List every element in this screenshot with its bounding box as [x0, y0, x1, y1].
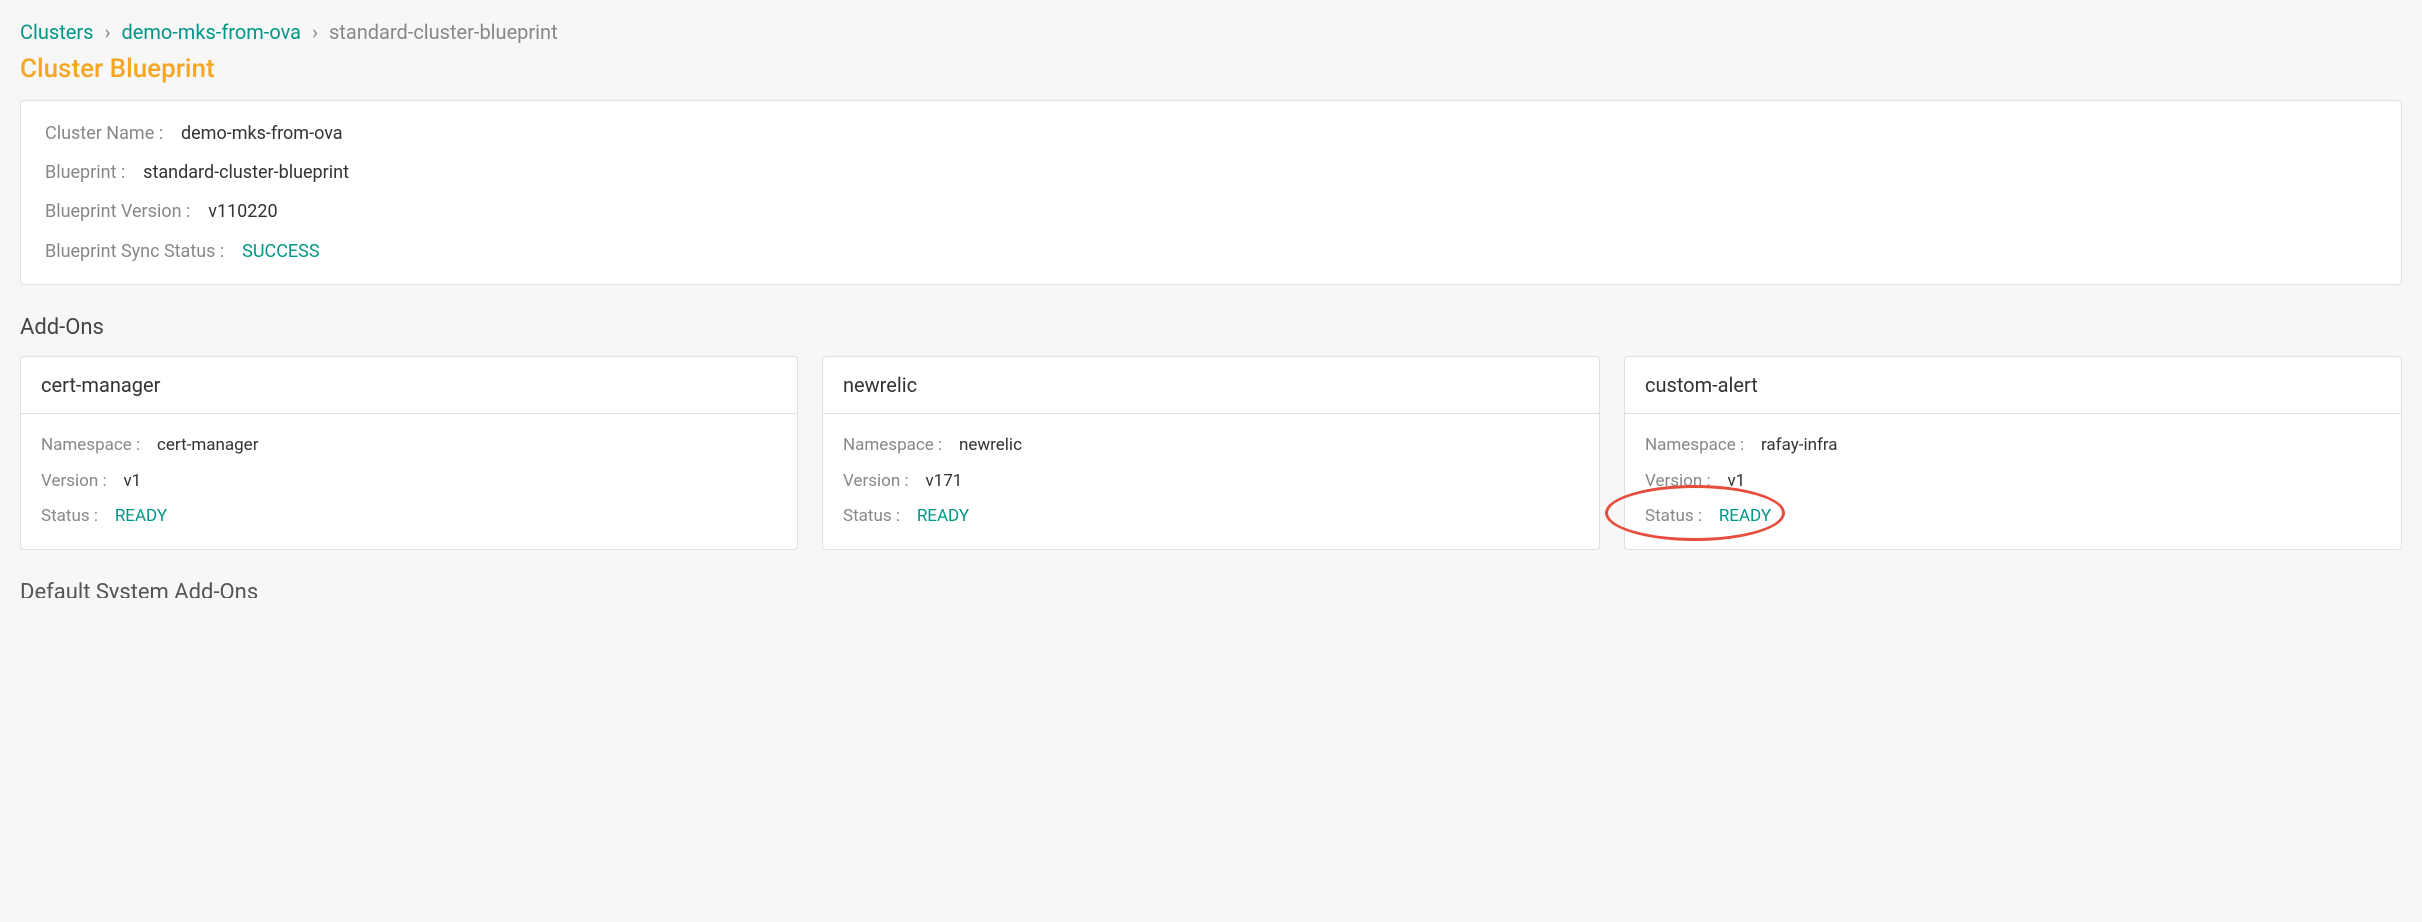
addon-status-value: READY	[115, 506, 167, 526]
addon-row-status: Status : READY	[1645, 505, 2381, 529]
addon-version-label: Version :	[41, 471, 107, 491]
addon-row-status: Status : READY	[41, 505, 777, 529]
addon-row-namespace: Namespace : newrelic	[843, 434, 1579, 458]
addon-row-version: Version : v1	[1645, 470, 2381, 494]
addon-row-namespace: Namespace : cert-manager	[41, 434, 777, 458]
addon-version-value: v171	[925, 471, 962, 491]
breadcrumb-link-cluster[interactable]: demo-mks-from-ova	[121, 20, 301, 44]
addon-version-label: Version :	[843, 471, 909, 491]
addon-namespace-label: Namespace :	[41, 435, 140, 455]
addon-row-status: Status : READY	[843, 505, 1579, 529]
addon-namespace-value: cert-manager	[157, 435, 258, 455]
addon-namespace-value: newrelic	[959, 435, 1022, 455]
addon-version-value: v1	[1727, 471, 1745, 491]
addon-version-label: Version :	[1645, 471, 1711, 491]
breadcrumb-separator-icon: ›	[104, 20, 110, 44]
breadcrumb: Clusters › demo-mks-from-ova › standard-…	[20, 20, 2402, 44]
addon-card-cert-manager: cert-manager Namespace : cert-manager Ve…	[20, 356, 798, 550]
addon-grid: cert-manager Namespace : cert-manager Ve…	[20, 356, 2402, 550]
cluster-name-label: Cluster Name :	[45, 123, 163, 144]
page-title: Cluster Blueprint	[20, 54, 2402, 84]
addon-row-version: Version : v1	[41, 470, 777, 494]
addon-header: cert-manager	[21, 357, 797, 414]
summary-row-cluster-name: Cluster Name : demo-mks-from-ova	[45, 121, 2377, 146]
addon-namespace-label: Namespace :	[843, 435, 942, 455]
default-section-title: Default System Add-Ons	[20, 580, 2402, 598]
summary-row-blueprint: Blueprint : standard-cluster-blueprint	[45, 160, 2377, 185]
addon-card-custom-alert: custom-alert Namespace : rafay-infra Ver…	[1624, 356, 2402, 550]
summary-card: Cluster Name : demo-mks-from-ova Bluepri…	[20, 100, 2402, 285]
blueprint-value: standard-cluster-blueprint	[143, 162, 349, 183]
addon-row-namespace: Namespace : rafay-infra	[1645, 434, 2381, 458]
addon-body: Namespace : rafay-infra Version : v1 Sta…	[1625, 414, 2401, 549]
addon-version-value: v1	[123, 471, 141, 491]
addon-title: newrelic	[843, 373, 1579, 397]
addon-status-value: READY	[1719, 506, 1771, 526]
addon-body: Namespace : newrelic Version : v171 Stat…	[823, 414, 1599, 549]
addon-status-value: READY	[917, 506, 969, 526]
addon-status-label: Status :	[41, 506, 98, 526]
addon-row-version: Version : v171	[843, 470, 1579, 494]
addon-card-newrelic: newrelic Namespace : newrelic Version : …	[822, 356, 1600, 550]
breadcrumb-separator-icon: ›	[312, 20, 318, 44]
addon-title: custom-alert	[1645, 373, 2381, 397]
addon-body: Namespace : cert-manager Version : v1 St…	[21, 414, 797, 549]
blueprint-label: Blueprint :	[45, 162, 125, 183]
blueprint-version-label: Blueprint Version :	[45, 201, 190, 222]
breadcrumb-current: standard-cluster-blueprint	[329, 20, 558, 44]
addon-header: custom-alert	[1625, 357, 2401, 414]
summary-row-blueprint-version: Blueprint Version : v110220	[45, 199, 2377, 224]
breadcrumb-link-clusters[interactable]: Clusters	[20, 20, 93, 44]
addons-section-title: Add-Ons	[20, 315, 2402, 340]
addon-status-label: Status :	[1645, 506, 1702, 526]
summary-row-sync-status: Blueprint Sync Status : SUCCESS	[45, 239, 2377, 264]
sync-status-label: Blueprint Sync Status :	[45, 241, 224, 262]
addon-header: newrelic	[823, 357, 1599, 414]
addon-title: cert-manager	[41, 373, 777, 397]
addon-namespace-label: Namespace :	[1645, 435, 1744, 455]
cluster-name-value: demo-mks-from-ova	[181, 123, 343, 144]
addon-status-label: Status :	[843, 506, 900, 526]
addon-namespace-value: rafay-infra	[1761, 435, 1838, 455]
blueprint-version-value: v110220	[208, 201, 277, 222]
sync-status-value: SUCCESS	[242, 241, 319, 262]
